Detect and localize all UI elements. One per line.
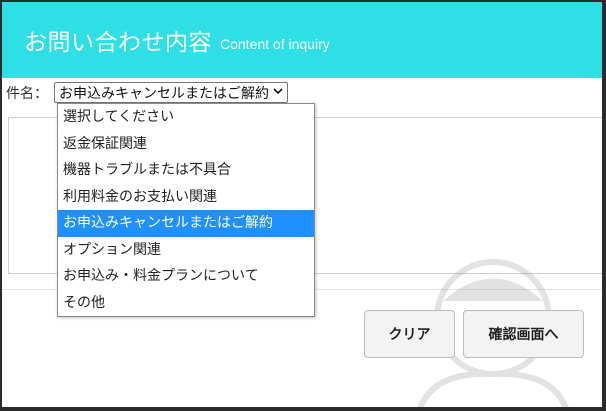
inquiry-header: お問い合わせ内容 Content of inquiry	[2, 2, 602, 78]
dropdown-option[interactable]: オプション関連	[58, 237, 314, 264]
dropdown-option[interactable]: 返金保証関連	[58, 131, 314, 158]
page-subtitle: Content of inquiry	[220, 36, 330, 52]
subject-label: 件名：	[6, 85, 48, 102]
dropdown-option[interactable]: その他	[58, 290, 314, 317]
clear-button[interactable]: クリア	[364, 310, 455, 358]
subject-dropdown-list: 選択してください 返金保証関連 機器トラブルまたは不具合 利用料金のお支払い関連…	[57, 103, 315, 317]
subject-select[interactable]: お申込みキャンセルまたはご解約	[54, 82, 288, 103]
chevron-down-icon	[273, 87, 283, 98]
dropdown-option-selected[interactable]: お申込みキャンセルまたはご解約	[58, 210, 314, 237]
dropdown-option[interactable]: 機器トラブルまたは不具合	[58, 157, 314, 184]
subject-row: 件名： お申込みキャンセルまたはご解約	[6, 82, 288, 103]
dropdown-option[interactable]: 利用料金のお支払い関連	[58, 184, 314, 211]
confirm-button[interactable]: 確認画面へ	[463, 310, 584, 358]
inquiry-form-frame: お問い合わせ内容 Content of inquiry 件名： お申込みキャンセ…	[0, 0, 606, 411]
page-title: お問い合わせ内容	[24, 30, 212, 56]
dropdown-option[interactable]: 選択してください	[58, 104, 314, 131]
dropdown-option[interactable]: お申込み・料金プランについて	[58, 263, 314, 290]
subject-select-value: お申込みキャンセルまたはご解約	[59, 85, 269, 102]
